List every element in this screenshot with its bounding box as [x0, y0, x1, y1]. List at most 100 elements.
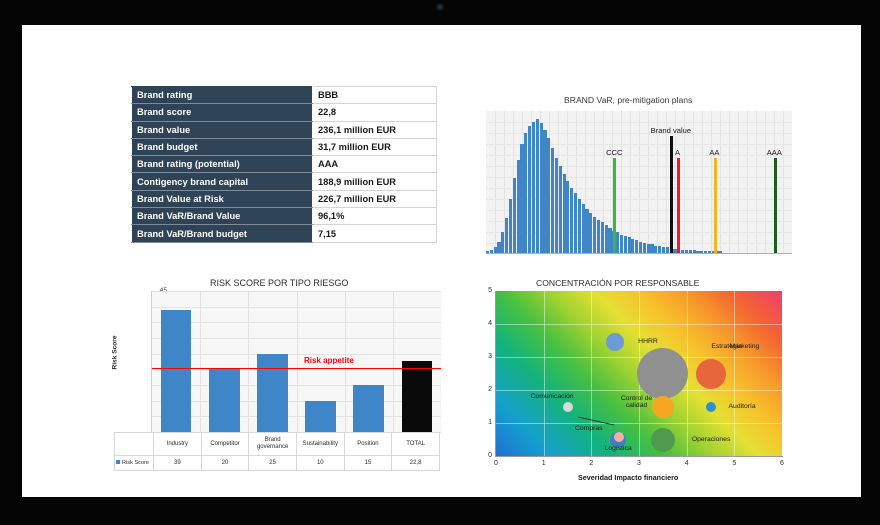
- legend-risk-score: Risk Score: [114, 455, 154, 471]
- rating-marker-label: CCC: [606, 148, 623, 157]
- risk-score-chart-panel: RISK SCORE POR TIPO RIESGO Risk Score 45…: [111, 275, 459, 490]
- table-row: Brand rating (potential) AAA: [131, 155, 437, 174]
- histogram-bar: [535, 119, 539, 254]
- histogram-bar: [635, 240, 639, 254]
- kpi-value: AAA: [312, 155, 437, 174]
- kpi-key: Brand budget: [131, 137, 313, 157]
- concentracion-x-axis-label: Severidad Impacto financiero: [578, 473, 679, 482]
- histogram-bar: [627, 237, 631, 254]
- y-tick-label: 2: [488, 386, 492, 393]
- kpi-key: Brand value: [131, 120, 313, 139]
- gridline-v: [392, 291, 394, 432]
- y-tick-label: 3: [488, 353, 492, 360]
- histogram-bar: [600, 222, 604, 254]
- x-tick-label: 5: [732, 460, 737, 467]
- gridline-v: [200, 291, 202, 432]
- histogram-bar: [573, 193, 578, 254]
- gridline-v: [296, 291, 298, 432]
- y-tick-label: 0: [488, 452, 492, 459]
- kpi-value: 96,1%: [312, 207, 437, 226]
- histogram-bar: [570, 187, 574, 254]
- bar-industry: [160, 309, 192, 432]
- table-row: Brand Value at Risk 226,7 million EUR: [131, 189, 437, 209]
- table-row: Brand VaR/Brand budget 7,15: [131, 224, 437, 243]
- histogram-bar: [543, 130, 547, 254]
- table-row: Brand budget 31,7 million EUR: [131, 137, 437, 157]
- histogram-bar: [593, 216, 597, 254]
- risk-appetite-line: [152, 367, 441, 370]
- compras-leader-line: [577, 416, 615, 426]
- histogram-bar: [520, 143, 524, 254]
- bar-position: [353, 385, 385, 432]
- risk-score-data-table: Industry Competitor Brand governance Sustain…: [114, 432, 440, 471]
- kpi-key: Brand rating: [131, 85, 313, 105]
- histogram-bar: [562, 174, 566, 254]
- risk-score-y-axis-label: Risk Score: [111, 335, 119, 370]
- y-tick-label: 1: [488, 419, 492, 426]
- histogram-bar: [589, 212, 593, 254]
- histogram-bar: [554, 157, 558, 254]
- x-tick-label: 0: [494, 460, 498, 467]
- y-tick-label: 4: [488, 320, 492, 327]
- histogram-bar: [539, 123, 543, 254]
- value-cell: 22,8: [391, 455, 440, 471]
- bar-total: [401, 360, 433, 432]
- x-tick-label: 1: [541, 460, 546, 467]
- risk-score-title: RISK SCORE POR TIPO RIESGO: [210, 278, 349, 288]
- x-tick-label: 2: [589, 460, 594, 467]
- histogram-bar: [585, 208, 589, 254]
- slide-page: Brand rating BBB Brand score 22,8 Brand valu…: [22, 25, 861, 497]
- concentracion-x-axis: [495, 456, 783, 457]
- histogram-bar: [551, 147, 555, 254]
- x-tick-label: 4: [684, 460, 689, 467]
- value-cell: 10: [295, 455, 345, 471]
- bar-brand-governance: [257, 353, 288, 432]
- concentracion-y-axis: [495, 291, 496, 456]
- kpi-value: 226,7 million EUR: [312, 189, 437, 209]
- kpi-key: Brand VaR/Brand Value: [131, 207, 313, 226]
- rating-marker-a: [677, 158, 681, 254]
- risk-appetite-label: Risk appetite: [304, 356, 354, 366]
- category-label: Position: [343, 432, 393, 456]
- histogram-plot-area: [486, 111, 792, 254]
- rating-marker-ccc: [612, 158, 616, 254]
- value-cell: 39: [153, 455, 202, 471]
- category-label: Sustainability: [295, 432, 345, 456]
- kpi-value: 7,15: [312, 224, 437, 243]
- table-row: Brand value 236,1 million EUR: [131, 120, 437, 139]
- histogram-title: BRAND VaR, pre-mitigation plans: [564, 95, 693, 105]
- rating-marker-brand-value: [669, 136, 673, 254]
- kpi-value: 236,1 million EUR: [312, 120, 437, 139]
- kpi-value: 31,7 million EUR: [312, 137, 437, 157]
- category-label: TOTAL: [391, 432, 440, 456]
- histogram-bar: [581, 204, 585, 254]
- histogram-bar: [547, 138, 551, 254]
- value-cell: 20: [200, 455, 250, 471]
- rating-marker-aa: [713, 158, 717, 254]
- histogram-bar: [616, 231, 620, 254]
- y-tick-label: 5: [488, 287, 492, 294]
- category-label: Industry: [153, 432, 202, 456]
- histogram-bar: [577, 198, 581, 254]
- kpi-key: Brand score: [131, 103, 313, 122]
- category-label: Competitor: [200, 432, 250, 456]
- histogram-bar: [623, 236, 627, 254]
- kpi-value: 22,8: [312, 103, 437, 122]
- rating-marker-aaa: [773, 158, 777, 254]
- rating-marker-label: Brand value: [650, 126, 692, 135]
- value-cell: 25: [248, 455, 297, 471]
- camera-dot-icon: [436, 3, 444, 11]
- value-cell: 15: [343, 455, 393, 471]
- screenshot-canvas: Brand rating BBB Brand score 22,8 Brand valu…: [0, 0, 880, 525]
- histogram-bar: [608, 227, 612, 254]
- rating-marker-label: AAA: [766, 148, 782, 157]
- kpi-key: Brand rating (potential): [131, 155, 313, 174]
- bar-sustainability: [305, 400, 336, 432]
- table-row-values: Risk Score 39 20 25 10 15 22,8: [114, 455, 440, 471]
- histogram-baseline: [486, 253, 792, 254]
- histogram-bar: [566, 181, 570, 254]
- histogram-bar: [512, 178, 516, 254]
- histogram-bar: [631, 238, 635, 254]
- legend-label: Risk Score: [122, 459, 150, 466]
- histogram-bar: [558, 165, 562, 254]
